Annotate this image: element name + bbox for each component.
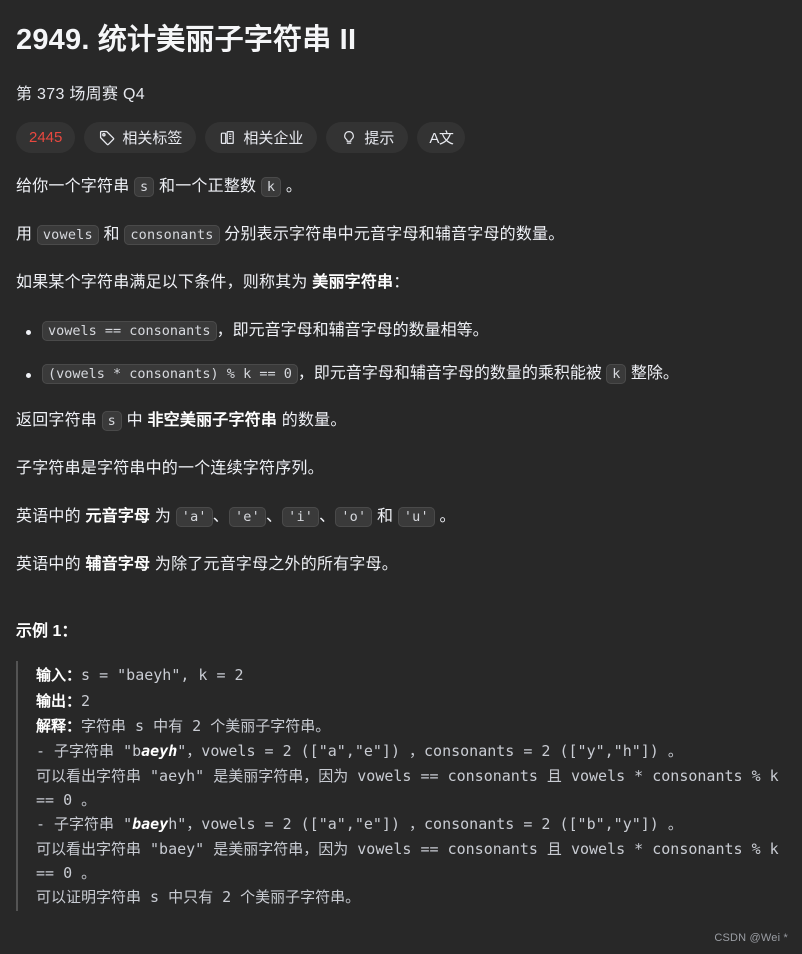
- input-label: 输入：: [36, 667, 82, 685]
- description-paragraph-4: 返回字符串 s 中 非空美丽子字符串 的数量。: [16, 409, 786, 434]
- p2-text-3: 分别表示字符串中元音字母和辅音字母的数量。: [219, 226, 565, 244]
- description-paragraph-2: 用 vowels 和 consonants 分别表示字符串中元音字母和辅音字母的…: [16, 223, 786, 248]
- example-detail-line-5: 可以证明字符串 s 中只有 2 个美丽子字符串。: [36, 888, 361, 907]
- contest-subtitle: 第 373 场周赛 Q4: [16, 86, 145, 104]
- description-paragraph-5: 子字符串是字符串中的一个连续字符序列。: [16, 460, 324, 478]
- toolbar: 2445 相关标签 相关企业 提示 A文: [16, 122, 786, 154]
- p2-text-2: 和: [98, 226, 125, 244]
- p7-bold-consonant: 辅音字母: [85, 555, 151, 573]
- related-companies-label: 相关企业: [243, 130, 304, 148]
- code-condition-1: vowels == consonants: [42, 320, 217, 341]
- page-title: 2949. 统计美丽子字符串 II: [16, 24, 357, 56]
- detail-3-highlight: baey: [132, 815, 169, 834]
- hint-button[interactable]: 提示: [326, 122, 409, 154]
- hint-label: 提示: [364, 130, 395, 148]
- condition-2-text-b: 整除。: [626, 365, 679, 383]
- example-input-line: 输入：s = "baeyh", k = 2: [36, 663, 786, 688]
- input-value: s = "baeyh", k = 2: [81, 666, 244, 685]
- p6-text-6: 和: [372, 507, 398, 525]
- example-detail-line-1: - 子字符串 "baeyh"，vowels = 2 (["a","e"]) ，c…: [36, 739, 786, 763]
- p4-text-3: 的数量。: [277, 412, 347, 430]
- related-tags-label: 相关标签: [122, 130, 183, 148]
- example-output-line: 输出：2: [36, 689, 786, 714]
- description-paragraph-3: 如果某个字符串满足以下条件，则称其为 美丽字符串：: [16, 271, 786, 296]
- p6-text-1: 英语中的: [16, 507, 86, 525]
- code-k-2: k: [606, 364, 627, 385]
- p6-text-5: 、: [319, 507, 336, 525]
- example-detail-line-2: 可以看出字符串 "aeyh" 是美丽字符串，因为 vowels == conso…: [36, 766, 788, 809]
- difficulty-count-label: 2445: [29, 129, 63, 147]
- example-heading: 示例 1：: [16, 623, 78, 641]
- translate-icon: A文: [429, 130, 454, 148]
- detail-3-pre: - 子字符串 ": [36, 815, 133, 834]
- related-tags-button[interactable]: 相关标签: [84, 122, 197, 154]
- code-vowel-u: 'u': [397, 506, 435, 527]
- watermark: CSDN @Wei *: [714, 932, 788, 944]
- p3-bold-beautiful-string: 美丽字符串: [312, 273, 394, 291]
- description-paragraph-1: 给你一个字符串 s 和一个正整数 k 。: [16, 175, 786, 200]
- p4-text-2: 中: [121, 412, 148, 430]
- code-s-2: s: [101, 411, 122, 432]
- explain-label: 解释：: [36, 718, 82, 736]
- condition-2-text-a: ，即元音字母和辅音字母的数量的乘积能被: [297, 365, 607, 383]
- code-consonants-1: consonants: [124, 225, 220, 246]
- p6-text-2: 为: [150, 507, 176, 525]
- difficulty-count-badge[interactable]: 2445: [16, 122, 76, 154]
- p6-text-7: 。: [434, 507, 456, 525]
- p4-bold-nonempty-beautiful: 非空美丽子字符串: [147, 412, 278, 430]
- p2-text-1: 用: [16, 226, 37, 244]
- p6-text-3: 、: [212, 507, 229, 525]
- detail-1-post: "，vowels = 2 (["a","e"]) ，consonants = 2…: [177, 742, 683, 761]
- example-detail-line-4: 可以看出字符串 "baey" 是美丽字符串，因为 vowels == conso…: [36, 839, 788, 882]
- example-code-block: 输入：s = "baeyh", k = 2 输出：2 解释：字符串 s 中有 2 个…: [16, 661, 788, 912]
- output-value: 2: [81, 691, 91, 710]
- detail-3-post: h"，vowels = 2 (["a","e"]) ，consonants = …: [168, 815, 683, 834]
- detail-1-highlight: aeyh: [141, 742, 178, 761]
- code-vowel-i: 'i': [282, 506, 320, 527]
- code-k-1: k: [260, 177, 282, 198]
- code-vowel-o: 'o': [335, 506, 373, 527]
- output-label: 输出：: [36, 692, 82, 710]
- problem-description: 给你一个字符串 s 和一个正整数 k 。 用 vowels 和 consonan…: [16, 175, 786, 577]
- code-vowels-1: vowels: [36, 225, 99, 246]
- p3-text-2: ：: [393, 273, 410, 291]
- p1-text-1: 给你一个字符串: [16, 178, 135, 196]
- problem-page: 2949. 统计美丽子字符串 II 第 373 场周赛 Q4 2445 相关标签: [0, 0, 802, 912]
- example-detail-line-3: - 子字符串 "baeyh"，vowels = 2 (["a","e"]) ，c…: [36, 812, 786, 836]
- p1-text-3: 。: [281, 178, 303, 196]
- explain-value: 字符串 s 中有 2 个美丽子字符串。: [81, 717, 331, 736]
- p1-text-2: 和一个正整数: [154, 178, 261, 196]
- p7-text-1: 英语中的: [16, 555, 86, 573]
- p6-text-4: 、: [265, 507, 283, 525]
- example-explain-line: 解释：字符串 s 中有 2 个美丽子字符串。: [36, 714, 786, 739]
- conditions-list: vowels == consonants ，即元音字母和辅音字母的数量相等。 (v…: [16, 319, 786, 388]
- p7-text-2: 为除了元音字母之外的所有字母。: [150, 555, 398, 573]
- detail-1-pre: - 子字符串 "b: [36, 742, 142, 761]
- related-companies-button[interactable]: 相关企业: [205, 122, 318, 154]
- lightbulb-icon: [340, 129, 357, 146]
- code-vowel-a: 'a': [175, 506, 213, 527]
- description-paragraph-6: 英语中的 元音字母 为 'a'、'e'、'i'、'o' 和 'u' 。: [16, 505, 786, 530]
- p3-text-1: 如果某个字符串满足以下条件，则称其为: [16, 273, 313, 291]
- p4-text-1: 返回字符串: [16, 412, 102, 430]
- condition-item-1: vowels == consonants ，即元音字母和辅音字母的数量相等。: [26, 319, 786, 344]
- building-icon: [219, 129, 236, 146]
- tag-icon: [98, 129, 115, 146]
- code-vowel-e: 'e': [228, 506, 266, 527]
- code-condition-2: (vowels * consonants) % k == 0: [42, 364, 298, 385]
- condition-1-text: ，即元音字母和辅音字母的数量相等。: [216, 321, 489, 339]
- description-paragraph-7: 英语中的 辅音字母 为除了元音字母之外的所有字母。: [16, 553, 786, 578]
- p6-bold-vowel: 元音字母: [85, 507, 151, 525]
- translate-button[interactable]: A文: [417, 122, 466, 154]
- code-s-1: s: [134, 177, 155, 198]
- condition-item-2: (vowels * consonants) % k == 0 ，即元音字母和辅音字…: [26, 362, 786, 387]
